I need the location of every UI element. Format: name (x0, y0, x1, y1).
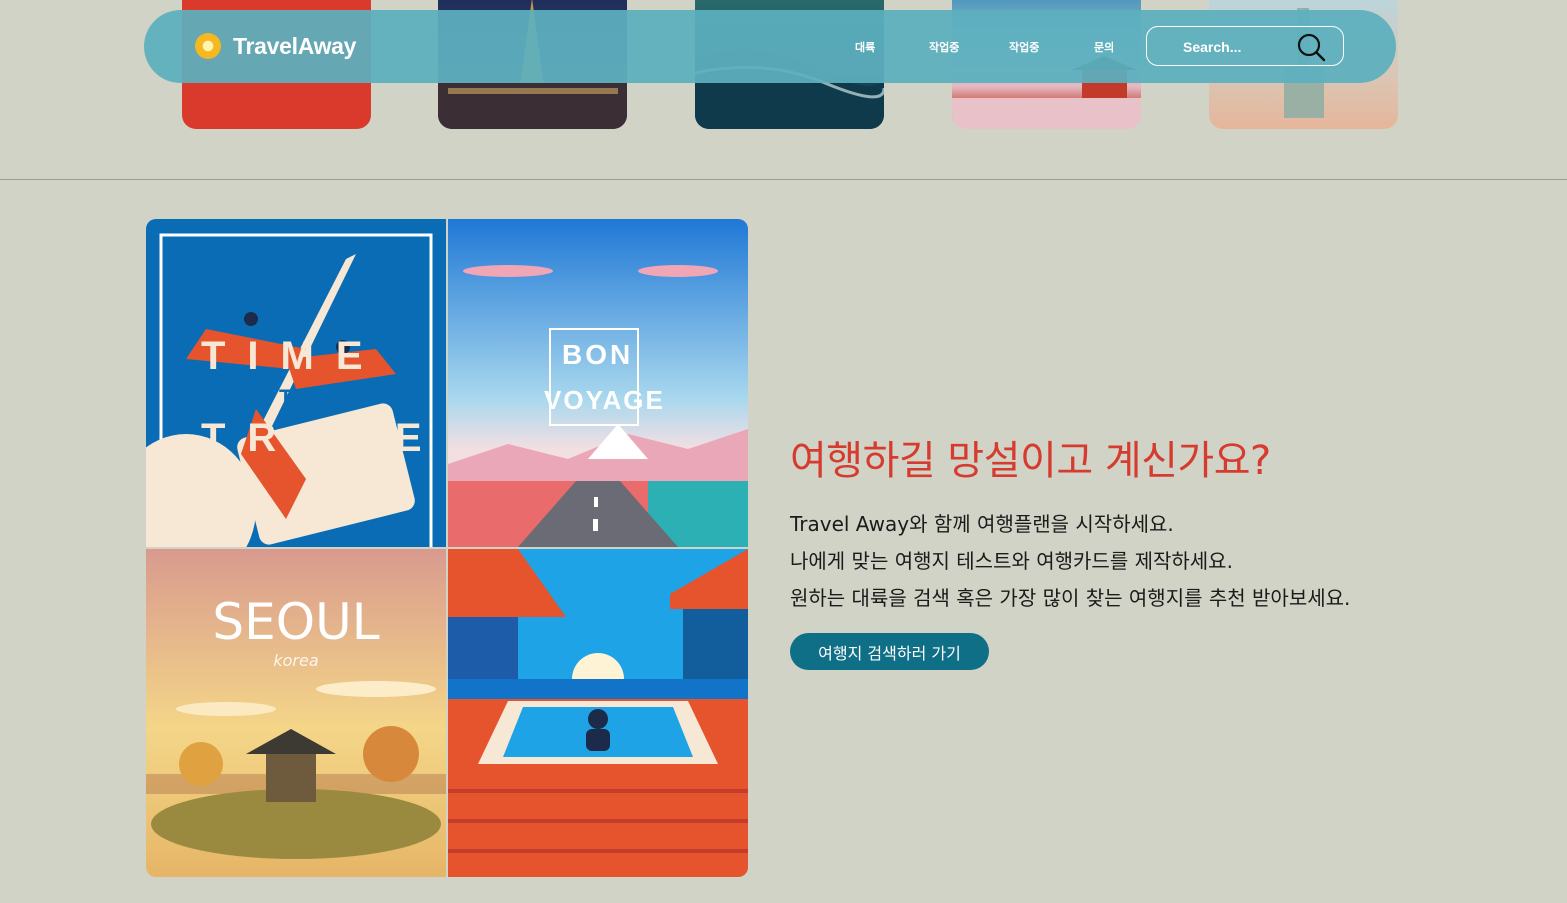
poster-time-to-travel: TIME TO TRAVEL (146, 219, 446, 547)
poster-text-travel: TRAVEL (201, 416, 446, 460)
nav-item-wip-2[interactable]: 작업중 (1009, 39, 1039, 55)
hero-headline: 여행하길 망설이고 계신가요? (790, 438, 1271, 484)
hero-description-line-2: 나에게 맞는 여행지 테스트와 여행카드를 제작하세요. (790, 549, 1233, 573)
search-input[interactable] (1181, 36, 1305, 58)
hero-description-line-1: Travel Away와 함께 여행플랜을 시작하세요. (790, 512, 1174, 536)
nav-item-contact[interactable]: 문의 (1094, 39, 1114, 55)
nav-item-wip-1[interactable]: 작업중 (929, 39, 959, 55)
poster-pool (448, 549, 748, 877)
poster-seoul: SEOUL korea (146, 549, 446, 877)
poster-subtitle-korea: korea (273, 651, 318, 670)
poster-text-to: TO (279, 385, 309, 410)
poster-text-voyage: VOYAGE (544, 385, 665, 415)
sun-logo-icon (195, 33, 221, 59)
search-icon[interactable] (1296, 32, 1326, 62)
poster-title-seoul: SEOUL (212, 593, 379, 651)
poster-text-time: TIME (201, 334, 385, 378)
pool-illustration (448, 549, 748, 877)
poster-text-bon: BON (562, 339, 633, 370)
search-destination-button[interactable]: 여행지 검색하러 가기 (790, 633, 989, 670)
section-divider (0, 179, 1567, 180)
poster-bon-voyage: BON VOYAGE (448, 219, 748, 547)
nav-item-continent[interactable]: 대륙 (855, 39, 875, 55)
hero-description-line-3: 원하는 대륙을 검색 혹은 가장 많이 찾는 여행지를 추천 받아보세요. (790, 586, 1351, 610)
logo[interactable]: TravelAway (233, 33, 356, 60)
